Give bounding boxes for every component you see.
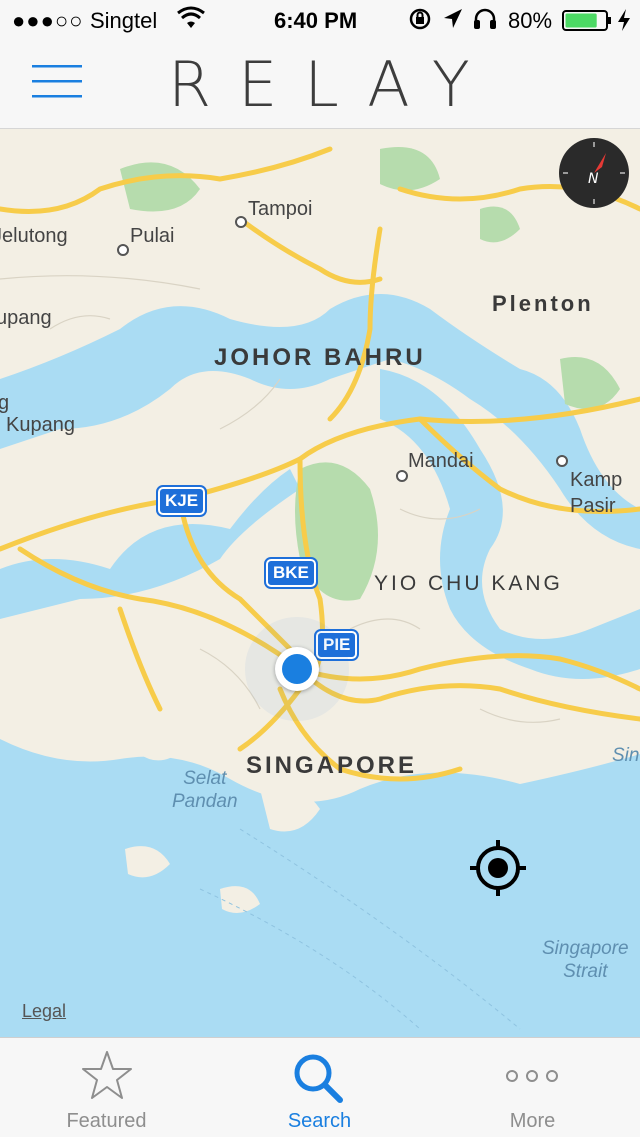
carrier-name: Singtel bbox=[90, 8, 158, 33]
app-title: RELAY bbox=[168, 48, 497, 121]
star-icon bbox=[82, 1051, 132, 1099]
map-label-johor-bahru: Johor Bahru bbox=[214, 344, 426, 371]
highway-shield-bke: BKE bbox=[264, 557, 318, 589]
more-icon bbox=[506, 1070, 558, 1082]
legal-link[interactable]: Legal bbox=[22, 1001, 66, 1022]
location-arrow-icon bbox=[442, 7, 464, 37]
map-label-kupang-west: upang bbox=[0, 307, 52, 329]
rotation-lock-icon bbox=[408, 7, 432, 37]
location-dot bbox=[282, 654, 312, 684]
compass-button[interactable]: N bbox=[558, 137, 630, 209]
locate-me-button[interactable] bbox=[470, 840, 526, 896]
map-label-kampong-pasir: Kamp Pasir bbox=[570, 469, 623, 517]
highway-shield-kje: KJE bbox=[155, 485, 208, 517]
map-label-jelutong: Jelutong bbox=[0, 225, 68, 247]
charging-bolt-icon bbox=[616, 8, 632, 38]
tab-label-search: Search bbox=[287, 1110, 352, 1132]
signal-strength: ●●●○○ bbox=[12, 8, 84, 33]
map-label-singapore-strait: Singapore Strait bbox=[542, 938, 629, 982]
tab-featured[interactable]: Featured bbox=[0, 1038, 213, 1137]
user-location-marker[interactable] bbox=[275, 647, 319, 691]
map-label-g: g bbox=[0, 392, 10, 414]
battery-icon bbox=[562, 9, 614, 39]
map-label-selat-pandan: Selat Pandan bbox=[172, 768, 238, 812]
hamburger-icon bbox=[32, 65, 82, 98]
headphones-icon bbox=[472, 7, 498, 37]
tab-label-featured: Featured bbox=[66, 1110, 147, 1132]
tab-bar: Featured Search More bbox=[0, 1037, 640, 1137]
highway-shield-pie: PIE bbox=[313, 629, 360, 661]
search-icon bbox=[294, 1054, 343, 1103]
status-bar: ●●●○○ Singtel 6:40 PM 80% bbox=[0, 0, 640, 40]
map-label-kupang: Kupang bbox=[6, 414, 75, 436]
compass-icon: N bbox=[559, 138, 629, 208]
menu-button[interactable] bbox=[30, 62, 84, 102]
tab-more[interactable]: More bbox=[426, 1038, 639, 1137]
tab-search[interactable]: Search bbox=[213, 1038, 426, 1137]
map-label-tampoi: Tampoi bbox=[248, 198, 313, 220]
tab-label-more: More bbox=[509, 1110, 556, 1132]
crosshair-icon bbox=[470, 840, 526, 896]
wifi-icon bbox=[176, 6, 206, 36]
battery-percent: 80% bbox=[508, 8, 553, 33]
nav-bar: RELAY bbox=[0, 40, 640, 129]
map-label-mandai: Mandai bbox=[408, 450, 474, 472]
map-label-sin: Sin bbox=[612, 745, 640, 766]
map-label-pulai: Pulai bbox=[130, 225, 175, 247]
map-label-singapore: Singapore bbox=[246, 752, 418, 779]
map-label-plentong: Plenton bbox=[492, 291, 594, 316]
clock: 6:40 PM bbox=[274, 8, 358, 33]
map-label-yio-chu-kang: Yio Chu Kang bbox=[374, 572, 563, 595]
svg-text:N: N bbox=[588, 171, 599, 187]
map-view[interactable]: Jelutong Pulai Tampoi Plenton upang Joho… bbox=[0, 129, 640, 1037]
